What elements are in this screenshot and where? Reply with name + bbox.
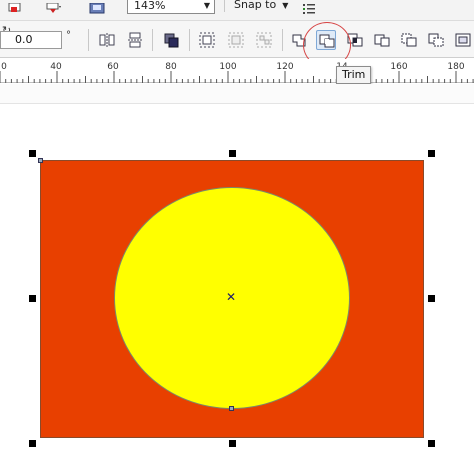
ruler-label: 120 xyxy=(276,62,294,72)
import-icon[interactable] xyxy=(6,0,24,12)
ruler-label: 40 xyxy=(50,62,62,72)
degree-unit: ° xyxy=(66,30,71,41)
selection-handle-top[interactable] xyxy=(229,150,236,157)
rotation-angle-value: 0.0 xyxy=(15,33,33,46)
mirror-vertical-icon[interactable] xyxy=(125,30,145,50)
export-icon[interactable] xyxy=(44,0,62,13)
trim-tooltip: Trim xyxy=(336,66,372,84)
create-boundary-icon[interactable] xyxy=(453,30,473,50)
toolbar-separator xyxy=(189,29,190,51)
selection-handle-top-right[interactable] xyxy=(428,150,435,157)
ruler-label: 100 xyxy=(219,62,237,72)
ruler-label: 0 xyxy=(1,62,7,72)
front-minus-back-icon[interactable] xyxy=(399,30,419,50)
selection-handle-left[interactable] xyxy=(29,295,36,302)
toolbar-separator xyxy=(88,29,89,51)
print-icon[interactable] xyxy=(88,0,106,14)
toolbar-separator xyxy=(224,0,225,12)
mirror-horizontal-icon[interactable] xyxy=(97,30,117,50)
ruler-label: 160 xyxy=(390,62,408,72)
ungroup-icon xyxy=(226,30,246,50)
corel-window: 143% ▼ Snap to ▼ ↻ 0.0 ° xyxy=(0,0,474,456)
chevron-down-icon: ▼ xyxy=(282,1,289,10)
selection-handle-bottom-right[interactable] xyxy=(428,440,435,447)
ruler-label: 180 xyxy=(447,62,465,72)
workspace-strip xyxy=(0,84,474,104)
toolbar-separator xyxy=(282,29,283,51)
options-icon[interactable] xyxy=(300,0,318,14)
rotation-angle-input[interactable]: 0.0 xyxy=(0,31,62,49)
group-icon[interactable] xyxy=(197,30,217,50)
selection-handle-bottom-left[interactable] xyxy=(29,440,36,447)
zoom-level-dropdown[interactable]: 143% ▼ xyxy=(127,0,215,14)
chevron-down-icon: ▼ xyxy=(203,1,210,10)
ellipse-node[interactable] xyxy=(229,406,234,411)
ruler-label: 60 xyxy=(107,62,119,72)
rectangle-node[interactable] xyxy=(38,158,43,163)
simplify-icon[interactable] xyxy=(372,30,392,50)
selection-handle-top-left[interactable] xyxy=(29,150,36,157)
snap-to-label: Snap to xyxy=(234,0,277,11)
selection-handle-bottom[interactable] xyxy=(229,440,236,447)
arrange-icon[interactable] xyxy=(161,30,181,50)
toolbar-separator xyxy=(152,29,153,51)
back-minus-front-icon[interactable] xyxy=(426,30,446,50)
property-bar: ↻ 0.0 ° xyxy=(0,20,474,58)
ruler-label: 80 xyxy=(165,62,177,72)
snap-to-dropdown[interactable]: Snap to ▼ xyxy=(234,0,288,11)
center-marker-icon[interactable]: ✕ xyxy=(226,291,236,303)
horizontal-ruler[interactable]: 0 40 60 80 100 120 14 160 180 xyxy=(0,59,474,83)
ungroup-all-icon xyxy=(254,30,274,50)
selection-handle-right[interactable] xyxy=(428,295,435,302)
standard-toolbar: 143% ▼ Snap to ▼ xyxy=(0,0,474,20)
zoom-level-value: 143% xyxy=(134,0,166,12)
